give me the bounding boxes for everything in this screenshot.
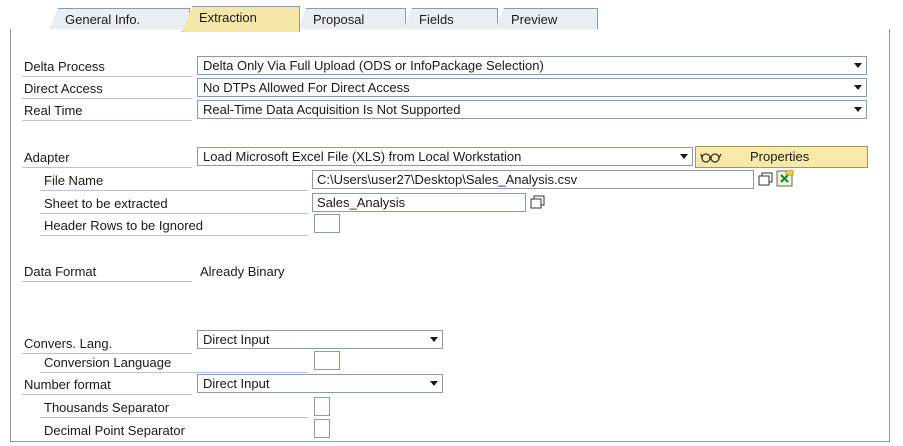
file-name-value: C:\Users\user27\Desktop\Sales_Analysis.c…: [317, 172, 578, 187]
divider: [40, 235, 308, 236]
chevron-down-icon: [854, 63, 862, 68]
file-name-input[interactable]: C:\Users\user27\Desktop\Sales_Analysis.c…: [312, 170, 754, 189]
header-rows-input[interactable]: [314, 214, 340, 233]
direct-access-label: Direct Access: [24, 81, 103, 96]
divider: [40, 372, 308, 373]
adapter-dropdown[interactable]: Load Microsoft Excel File (XLS) from Loc…: [197, 147, 693, 166]
thousands-separator-input[interactable]: [314, 397, 330, 416]
data-format-value: Already Binary: [200, 264, 285, 279]
chevron-down-icon: [430, 381, 438, 386]
adapter-label: Adapter: [24, 150, 70, 165]
properties-button[interactable]: Properties: [695, 146, 868, 168]
divider: [22, 167, 192, 168]
tab-strip: General Info. Extraction Proposal Fields…: [48, 4, 878, 32]
convers-lang-dropdown[interactable]: Direct Input: [197, 330, 443, 349]
divider: [22, 76, 192, 77]
decimal-separator-label: Decimal Point Separator: [44, 423, 185, 438]
real-time-dropdown[interactable]: Real-Time Data Acquisition Is Not Suppor…: [197, 100, 867, 119]
tab-label: Proposal: [313, 12, 365, 27]
tab-label: General Info.: [65, 12, 141, 27]
number-format-label: Number format: [24, 377, 111, 392]
data-format-label: Data Format: [24, 264, 97, 279]
divider: [40, 190, 308, 191]
direct-access-dropdown[interactable]: No DTPs Allowed For Direct Access: [197, 78, 867, 97]
divider: [22, 353, 192, 354]
chevron-down-icon: [430, 337, 438, 342]
conversion-language-label: Conversion Language: [44, 355, 172, 370]
delta-process-dropdown[interactable]: Delta Only Via Full Upload (ODS or InfoP…: [197, 56, 867, 75]
divider: [22, 281, 192, 282]
glasses-icon: [700, 148, 722, 172]
tab-label: Fields: [419, 12, 454, 27]
copy-icon[interactable]: [758, 172, 774, 187]
file-name-label: File Name: [44, 173, 104, 188]
conversion-language-input[interactable]: [314, 351, 340, 370]
sheet-input[interactable]: Sales_Analysis: [312, 193, 526, 212]
chevron-down-icon: [854, 85, 862, 90]
real-time-label: Real Time: [24, 103, 83, 118]
thousands-separator-label: Thousands Separator: [44, 400, 170, 415]
properties-label: Properties: [750, 149, 810, 164]
divider: [40, 213, 308, 214]
divider: [22, 98, 192, 99]
direct-access-value: No DTPs Allowed For Direct Access: [203, 80, 410, 95]
tab-extraction[interactable]: Extraction: [182, 6, 300, 32]
delta-process-value: Delta Only Via Full Upload (ODS or InfoP…: [203, 58, 544, 73]
sheet-value: Sales_Analysis: [317, 195, 406, 210]
real-time-value: Real-Time Data Acquisition Is Not Suppor…: [203, 102, 461, 117]
chevron-down-icon: [854, 107, 862, 112]
chevron-down-icon: [680, 154, 688, 159]
convers-lang-value: Direct Input: [203, 332, 270, 347]
excel-file-icon[interactable]: [776, 169, 794, 188]
delta-process-label: Delta Process: [24, 59, 105, 74]
decimal-separator-input[interactable]: [314, 419, 330, 438]
convers-lang-label: Convers. Lang.: [24, 336, 113, 351]
tab-label: Preview: [511, 12, 558, 27]
divider: [40, 417, 308, 418]
number-format-value: Direct Input: [203, 376, 270, 391]
number-format-dropdown[interactable]: Direct Input: [197, 374, 443, 393]
adapter-value: Load Microsoft Excel File (XLS) from Loc…: [203, 149, 522, 164]
divider: [22, 394, 192, 395]
sheet-label: Sheet to be extracted: [44, 196, 168, 211]
tab-label: Extraction: [199, 10, 257, 25]
header-rows-label: Header Rows to be Ignored: [44, 218, 203, 233]
divider: [22, 120, 192, 121]
copy-icon[interactable]: [530, 195, 546, 210]
